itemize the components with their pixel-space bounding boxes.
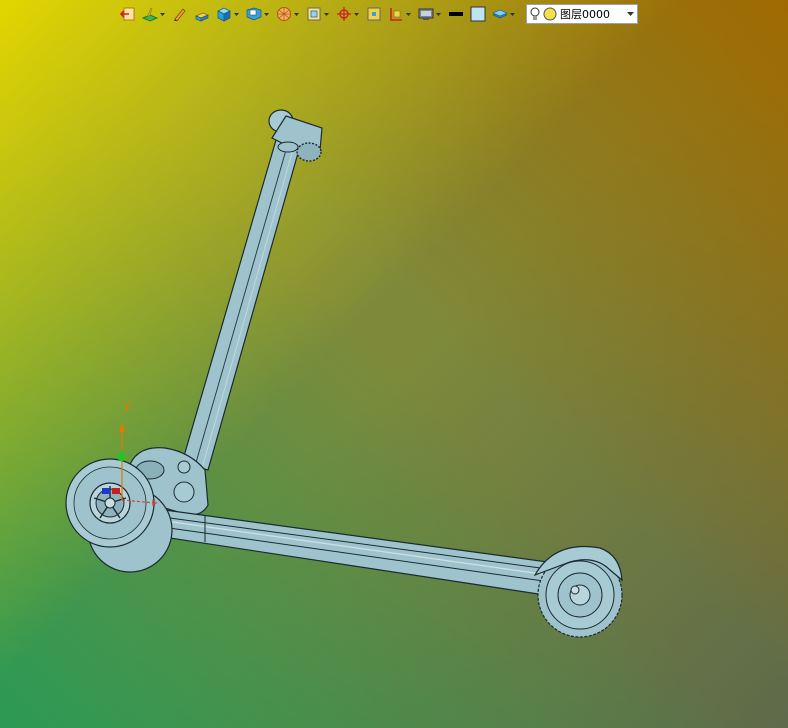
line-weight-icon bbox=[449, 12, 463, 16]
render-sphere-icon bbox=[277, 7, 291, 21]
scooter-model[interactable] bbox=[0, 0, 788, 728]
section-view-icon bbox=[390, 8, 402, 21]
rear-wheel[interactable] bbox=[533, 545, 623, 638]
color-swatch-button[interactable] bbox=[468, 3, 488, 25]
chevron-down-icon bbox=[160, 13, 165, 16]
lightbulb-icon bbox=[530, 7, 540, 20]
layer-select-value: 图层0000 bbox=[560, 8, 610, 21]
layer-select[interactable]: 图层0000 bbox=[526, 4, 638, 24]
line-weight-button[interactable] bbox=[446, 3, 466, 25]
sketch-plane-icon bbox=[142, 7, 158, 22]
display-mode-icon bbox=[418, 8, 434, 20]
chevron-down-icon bbox=[294, 13, 299, 16]
layer-manager-button[interactable] bbox=[490, 3, 518, 25]
layer-manager-icon bbox=[492, 9, 508, 19]
chevron-down-icon bbox=[510, 13, 515, 16]
view-orient-button[interactable] bbox=[304, 3, 332, 25]
main-toolbar: 图层0000 bbox=[118, 2, 638, 26]
chevron-down-icon bbox=[354, 13, 359, 16]
triad-y-label: Y bbox=[123, 401, 131, 416]
extrude-button[interactable] bbox=[192, 3, 212, 25]
chevron-down-icon bbox=[234, 13, 239, 16]
steering-stem[interactable] bbox=[181, 139, 301, 471]
section-view-button[interactable] bbox=[386, 3, 414, 25]
feature-button[interactable] bbox=[244, 3, 272, 25]
view-orient-icon bbox=[307, 7, 321, 21]
snap-point-button[interactable] bbox=[334, 3, 362, 25]
chevron-down-icon bbox=[264, 13, 269, 16]
fit-view-icon bbox=[367, 7, 381, 21]
fit-view-button[interactable] bbox=[364, 3, 384, 25]
scooter-deck[interactable] bbox=[149, 507, 579, 601]
chevron-down-icon bbox=[324, 13, 329, 16]
chevron-down-icon bbox=[627, 12, 634, 16]
solid-box-icon bbox=[217, 7, 231, 22]
feature-icon bbox=[246, 7, 262, 21]
pencil-button[interactable] bbox=[170, 3, 190, 25]
chevron-down-icon bbox=[436, 13, 441, 16]
graphics-viewport[interactable]: Y 图层0000 bbox=[0, 0, 788, 728]
extrude-icon bbox=[195, 12, 209, 22]
display-mode-button[interactable] bbox=[416, 3, 444, 25]
layer-color-icon bbox=[543, 7, 557, 21]
solid-box-button[interactable] bbox=[214, 3, 242, 25]
snap-point-icon bbox=[337, 7, 351, 21]
exit-sketch-button[interactable] bbox=[118, 3, 138, 25]
color-swatch-icon bbox=[470, 6, 486, 22]
chevron-down-icon bbox=[406, 13, 411, 16]
exit-sketch-icon bbox=[120, 7, 135, 21]
render-sphere-button[interactable] bbox=[274, 3, 302, 25]
sketch-plane-button[interactable] bbox=[140, 3, 168, 25]
pencil-icon bbox=[174, 8, 186, 22]
